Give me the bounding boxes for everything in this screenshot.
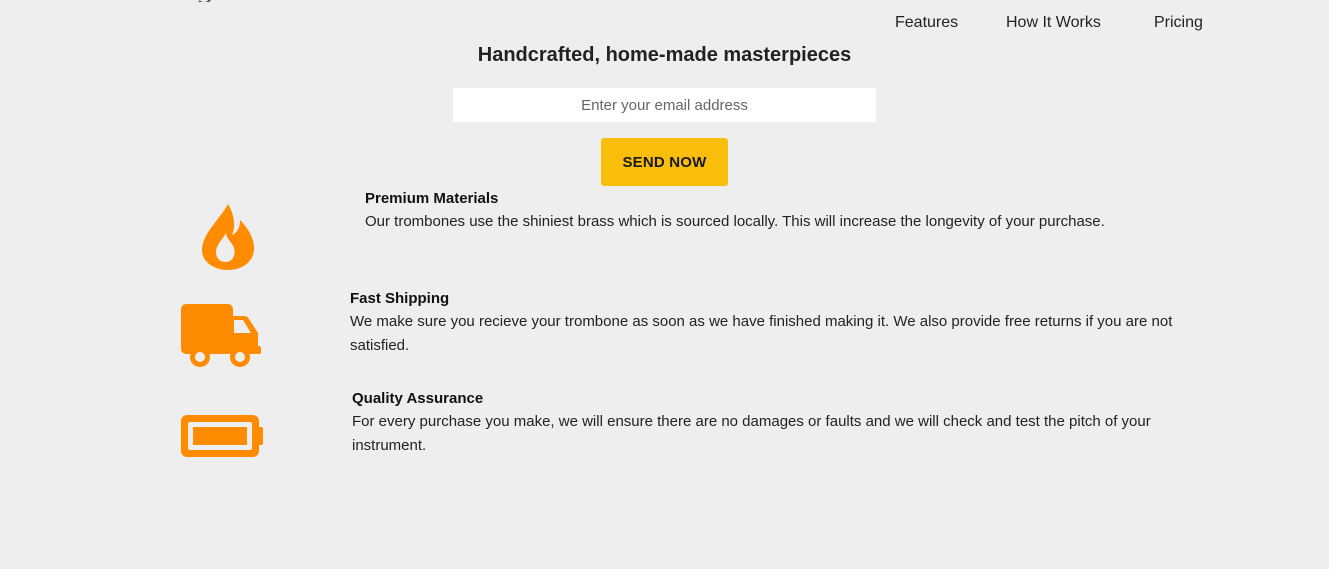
feature-description: Our trombones use the shiniest brass whi… [365, 213, 1105, 230]
hero-title-text: Handcrafted, home-made masterpieces [477, 44, 852, 66]
feature-description: We make sure you recieve your trombone a… [350, 313, 1173, 354]
feature-title: Premium Materials [365, 190, 499, 207]
send-now-button[interactable]: SEND NOW [601, 138, 728, 186]
nav-link-how-it-works[interactable]: How It Works [1006, 14, 1101, 32]
battery-icon [180, 414, 264, 463]
fire-icon [200, 202, 256, 275]
feature-title: Quality Assurance [352, 390, 484, 407]
top-navigation: Features How It Works Pricing [0, 14, 1329, 36]
hero-title: Handcrafted, home-made masterpieces [0, 44, 1329, 67]
logo-icon [196, 0, 216, 2]
feature-title: Fast Shipping [350, 290, 450, 307]
landing-page: Features How It Works Pricing Handcrafte… [0, 0, 1329, 569]
nav-link-features[interactable]: Features [895, 14, 958, 32]
feature-description: For every purchase you make, we will ens… [352, 413, 1151, 454]
email-input[interactable] [453, 88, 876, 122]
nav-link-pricing[interactable]: Pricing [1154, 14, 1203, 32]
truck-icon [180, 302, 262, 373]
